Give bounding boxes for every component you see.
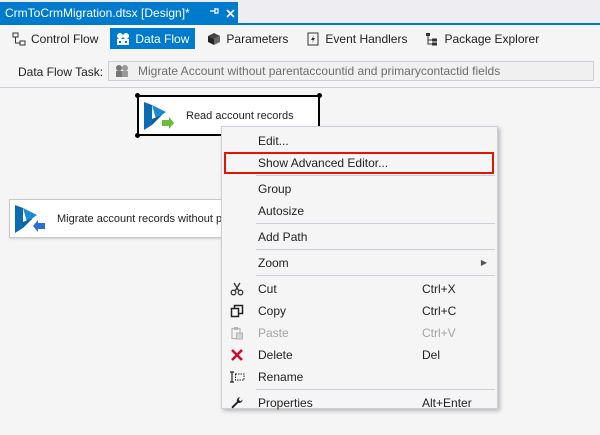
event-handlers-icon xyxy=(305,31,321,47)
menu-item-add-path[interactable]: Add Path xyxy=(222,226,497,248)
menu-shortcut: Ctrl+C xyxy=(422,304,457,318)
migrate-account-records-label: Migrate account records without pa xyxy=(57,212,229,225)
menu-separator xyxy=(256,275,495,276)
parameters-icon xyxy=(206,31,222,47)
menu-item-edit[interactable]: Edit... xyxy=(222,130,497,152)
task-select-value: Migrate Account without parentaccountid … xyxy=(138,64,501,78)
tab-data-flow[interactable]: Data Flow xyxy=(110,28,196,49)
task-label: Data Flow Task: xyxy=(18,65,104,79)
menu-item-rename[interactable]: Rename xyxy=(222,366,497,388)
document-tab-title: CrmToCrmMigration.dtsx [Design]* xyxy=(5,6,190,20)
tab-parameters[interactable]: Parameters xyxy=(201,28,294,49)
menu-item-properties[interactable]: Properties Alt+Enter xyxy=(222,392,497,414)
menu-item-delete[interactable]: Delete Del xyxy=(222,344,497,366)
menu-separator xyxy=(256,249,495,250)
dynamics-source-icon xyxy=(142,99,176,133)
document-tab[interactable]: CrmToCrmMigration.dtsx [Design]* xyxy=(0,2,238,25)
menu-item-zoom[interactable]: Zoom ▶ xyxy=(222,252,497,274)
task-select[interactable]: Migrate Account without parentaccountid … xyxy=(108,61,594,81)
context-menu: Edit... Show Advanced Editor... Group Au… xyxy=(221,126,498,410)
menu-shortcut: Ctrl+X xyxy=(422,282,456,296)
dynamics-destination-icon xyxy=(13,202,47,236)
tab-event-handlers-label: Event Handlers xyxy=(325,31,408,46)
menu-shortcut: Ctrl+V xyxy=(422,326,456,340)
menu-shortcut: Del xyxy=(422,348,441,362)
menu-item-paste[interactable]: Paste Ctrl+V xyxy=(222,322,497,344)
menu-separator xyxy=(256,223,495,224)
package-explorer-icon xyxy=(424,31,440,47)
pin-icon[interactable] xyxy=(206,3,222,24)
migrate-account-records-component[interactable]: Migrate account records without pa xyxy=(9,199,239,238)
tab-data-flow-label: Data Flow xyxy=(135,31,190,46)
menu-item-cut[interactable]: Cut Ctrl+X xyxy=(222,278,497,300)
menu-item-autosize[interactable]: Autosize xyxy=(222,200,497,222)
menu-separator xyxy=(256,389,495,390)
wrench-icon xyxy=(222,392,252,414)
rename-icon xyxy=(222,366,252,388)
selection-handle[interactable] xyxy=(317,93,322,98)
tab-parameters-label: Parameters xyxy=(226,31,289,46)
tab-package-explorer[interactable]: Package Explorer xyxy=(419,28,545,49)
tab-event-handlers[interactable]: Event Handlers xyxy=(300,28,413,49)
scissors-icon xyxy=(222,278,252,300)
tab-package-explorer-label: Package Explorer xyxy=(444,31,540,46)
submenu-arrow-icon: ▶ xyxy=(480,258,487,267)
close-icon[interactable] xyxy=(222,3,238,24)
delete-icon xyxy=(222,344,252,366)
data-flow-icon xyxy=(115,31,131,47)
paste-icon xyxy=(222,322,252,344)
tab-control-flow-label: Control Flow xyxy=(31,31,99,46)
menu-item-group[interactable]: Group xyxy=(222,178,497,200)
control-flow-icon xyxy=(11,31,27,47)
menu-shortcut: Alt+Enter xyxy=(422,396,472,410)
menu-item-copy[interactable]: Copy Ctrl+C xyxy=(222,300,497,322)
document-tab-strip: CrmToCrmMigration.dtsx [Design]* xyxy=(0,0,600,25)
menu-item-show-advanced-editor[interactable]: Show Advanced Editor... xyxy=(224,152,494,174)
menu-separator xyxy=(256,175,495,176)
task-bar: Data Flow Task: Migrate Account without … xyxy=(0,52,600,88)
selection-handle[interactable] xyxy=(135,133,140,138)
designer-tab-bar: Control Flow Data Flow Parameters Event … xyxy=(0,25,600,52)
copy-icon xyxy=(222,300,252,322)
data-flow-task-icon xyxy=(114,64,130,78)
selection-handle[interactable] xyxy=(135,93,140,98)
tab-control-flow[interactable]: Control Flow xyxy=(6,28,104,49)
read-account-records-label: Read account records xyxy=(186,109,294,122)
